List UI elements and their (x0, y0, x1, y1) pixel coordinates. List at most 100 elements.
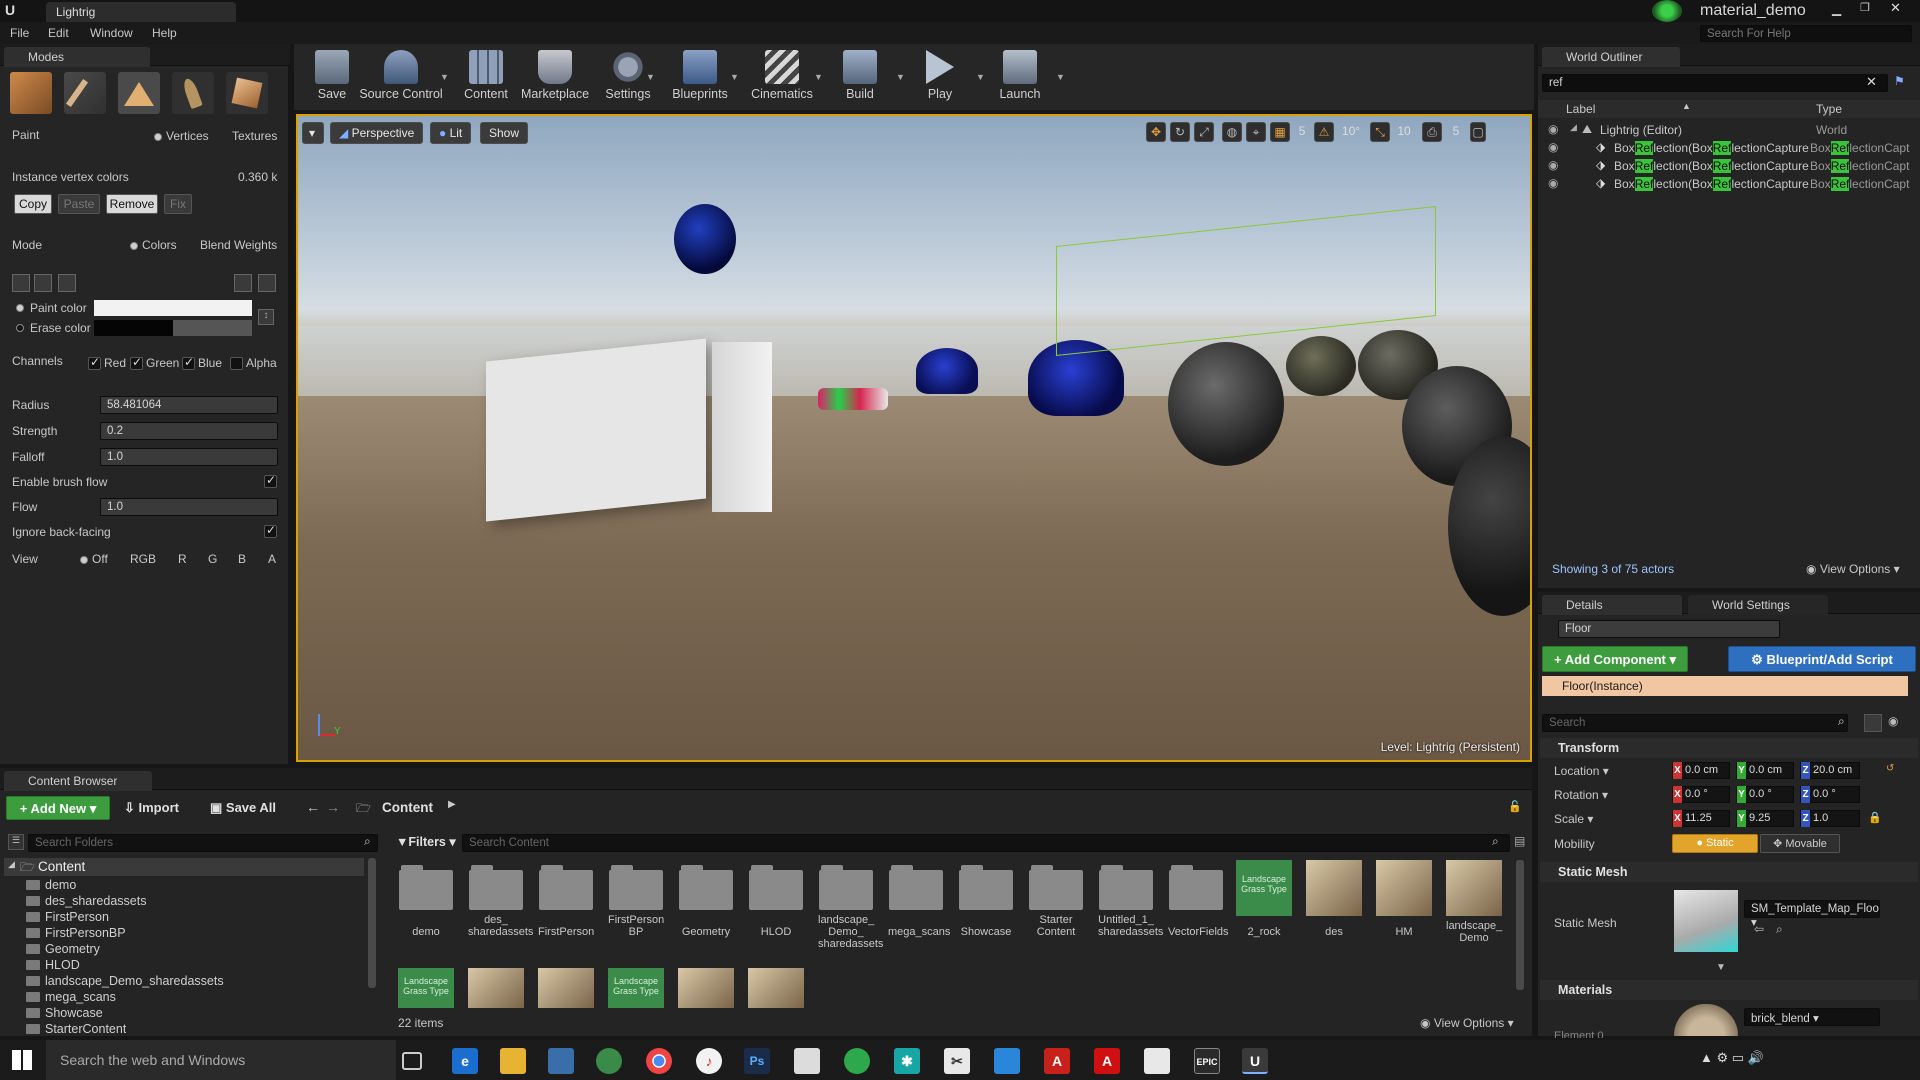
launch-button[interactable]: Launch (986, 44, 1054, 102)
enable-brush-flow-checkbox[interactable] (264, 473, 277, 488)
type-column-header[interactable]: Type (1816, 102, 1842, 116)
content-button[interactable]: Content (452, 44, 520, 102)
itunes-icon[interactable]: ♪ (696, 1048, 722, 1074)
world-outliner-tab[interactable]: World Outliner (1542, 47, 1680, 67)
outliner-row[interactable]: ◉ ⬗ BoxReflection(BoxReflectionCapture B… (1538, 158, 1920, 176)
mobility-movable-button[interactable]: ✥ Movable (1760, 834, 1840, 853)
tree-scrollbar[interactable] (368, 858, 376, 988)
system-tray[interactable]: ▲ ⚙ ▭ 🔊 (1700, 1050, 1820, 1072)
asset-scrollbar[interactable] (1516, 860, 1524, 990)
play-button[interactable]: Play (906, 44, 974, 102)
view-a-label[interactable]: A (268, 552, 276, 566)
lit-button[interactable]: ● Lit (430, 122, 472, 144)
mesh-paint-tool-icon[interactable] (58, 274, 76, 292)
show-button[interactable]: Show (480, 122, 529, 144)
scale-label[interactable]: Scale ▾ (1554, 812, 1593, 826)
menu-file[interactable]: File (10, 26, 29, 40)
static-mesh-section-header[interactable]: Static Mesh (1540, 862, 1918, 882)
folder-demo[interactable]: demo (398, 865, 454, 938)
save-all-button[interactable]: ▣ Save All (210, 800, 276, 816)
outliner-root-row[interactable]: ◉ ◢ ⛰ Lightrig (Editor) World (1538, 122, 1920, 140)
vertices-radio[interactable] (154, 133, 162, 141)
add-component-button[interactable]: + Add Component ▾ (1542, 646, 1688, 672)
scale-snap-icon[interactable]: ⤡ (1370, 122, 1390, 142)
swap-colors-icon[interactable]: ↕ (258, 309, 274, 325)
radius-input[interactable]: 58.481064 (100, 396, 278, 414)
property-matrix-icon[interactable] (1864, 714, 1882, 732)
folder-hlod[interactable]: HLOD (748, 865, 804, 938)
asset-hm[interactable]: HM (1376, 860, 1432, 938)
channel-blue-checkbox[interactable] (182, 355, 195, 370)
blueprints-dropdown-icon[interactable]: ▼ (730, 72, 739, 82)
flow-input[interactable]: 1.0 (100, 498, 278, 516)
tree-item-showcase[interactable]: Showcase (26, 1006, 103, 1020)
acrobat-icon[interactable]: A (1044, 1048, 1070, 1074)
copy-button[interactable]: Copy (14, 194, 52, 214)
world-settings-tab[interactable]: World Settings (1688, 595, 1828, 615)
search-help-input[interactable]: Search For Help (1700, 25, 1912, 42)
cinematics-dropdown-icon[interactable]: ▼ (814, 72, 823, 82)
world-local-icon[interactable]: ◍ (1222, 122, 1242, 142)
rotation-z-field[interactable]: Z 0.0 ° (1800, 786, 1860, 803)
camera-speed-icon[interactable]: ⎙ (1422, 122, 1442, 142)
geometry-mode-icon[interactable] (226, 72, 268, 114)
path-content[interactable]: Content (382, 800, 433, 815)
tree-root-arrow-icon[interactable]: ◢ (8, 859, 15, 870)
start-button-icon[interactable] (12, 1050, 32, 1070)
rotation-y-field[interactable]: Y 0.0 ° (1736, 786, 1794, 803)
asset-2-rock[interactable]: Landscape Grass Type 2_rock (1236, 860, 1292, 938)
fill-tool-icon[interactable] (12, 274, 30, 292)
fix-button[interactable]: Fix (164, 194, 192, 214)
asset-landscape-row2-5[interactable] (678, 968, 734, 1008)
location-x-field[interactable]: X 0.0 cm (1672, 762, 1730, 779)
scale-snap-value[interactable]: 10 (1394, 124, 1414, 138)
history-icon[interactable]: ▤ (1514, 834, 1525, 848)
minimize-button[interactable]: ▁ (1832, 2, 1848, 16)
falloff-input[interactable]: 1.0 (100, 448, 278, 466)
folder-geometry[interactable]: Geometry (678, 865, 734, 938)
outliner-view-options[interactable]: ◉ View Options ▾ (1806, 562, 1900, 576)
channel-red-checkbox[interactable] (88, 355, 101, 370)
maximize-button[interactable]: ❐ (1860, 1, 1876, 15)
close-window-button[interactable]: ✕ (1890, 0, 1906, 16)
level-viewport[interactable]: ▾ ◢ Perspective ● Lit Show ✥ ↻ ⤢ ◍ ⌖ ▦ 5… (296, 114, 1532, 762)
tree-root[interactable]: ◢ 🗁 Content (4, 858, 364, 876)
label-column-header[interactable]: Label (1566, 102, 1595, 116)
folder-landscape-demo-sharedassets[interactable]: landscape_ Demo_ sharedassets (818, 865, 883, 962)
location-reset-icon[interactable]: ↺ (1886, 763, 1894, 774)
blueprints-button[interactable]: Blueprints (662, 44, 738, 102)
asset-grass-type-row2-1[interactable]: Landscape Grass Type (398, 968, 454, 1008)
textures-label[interactable]: Textures (232, 129, 277, 143)
outliner-row[interactable]: ◉ ⬗ BoxReflection(BoxReflectionCapture B… (1538, 176, 1920, 194)
tree-item-mega-scans[interactable]: mega_scans (26, 990, 116, 1004)
scale-y-field[interactable]: Y 9.25 (1736, 810, 1794, 827)
details-search-input[interactable]: Search (1542, 714, 1848, 732)
viewport-options-dropdown[interactable]: ▾ (302, 122, 324, 144)
import-button[interactable]: ⇩ Import (124, 800, 179, 816)
tree-item-geometry[interactable]: Geometry (26, 942, 100, 956)
taskbar-search[interactable]: Search the web and Windows (46, 1040, 396, 1080)
content-browser-tab[interactable]: Content Browser (4, 771, 152, 791)
find-tool-icon[interactable] (234, 274, 252, 292)
transform-section-header[interactable]: Transform (1540, 738, 1918, 758)
menu-edit[interactable]: Edit (48, 26, 69, 40)
folder-untitled-sharedassets[interactable]: Untitled_1_ sharedassets (1098, 865, 1163, 950)
colors-radio[interactable] (130, 242, 138, 250)
asset-grass-type-row2-4[interactable]: Landscape Grass Type (608, 968, 664, 1008)
search-folders-input[interactable]: Search Folders (28, 834, 378, 852)
filters-button[interactable]: ▼Filters ▾ (396, 834, 456, 849)
view-r-label[interactable]: R (178, 552, 187, 566)
strength-input[interactable]: 0.2 (100, 422, 278, 440)
view-b-label[interactable]: B (238, 552, 246, 566)
translate-icon[interactable]: ✥ (1146, 122, 1166, 142)
channel-green-checkbox[interactable] (130, 355, 143, 370)
scale-x-field[interactable]: X 11.25 (1672, 810, 1730, 827)
tree-item-hlod[interactable]: HLOD (26, 958, 80, 972)
location-y-field[interactable]: Y 0.0 cm (1736, 762, 1794, 779)
clear-search-icon[interactable]: ✕ (1866, 74, 1877, 90)
static-mesh-thumbnail[interactable] (1674, 890, 1738, 952)
settings-dropdown-icon[interactable]: ▼ (646, 72, 655, 82)
tree-item-demo[interactable]: demo (26, 878, 76, 892)
play-dropdown-icon[interactable]: ▼ (976, 72, 985, 82)
view-off-radio[interactable] (80, 556, 88, 564)
